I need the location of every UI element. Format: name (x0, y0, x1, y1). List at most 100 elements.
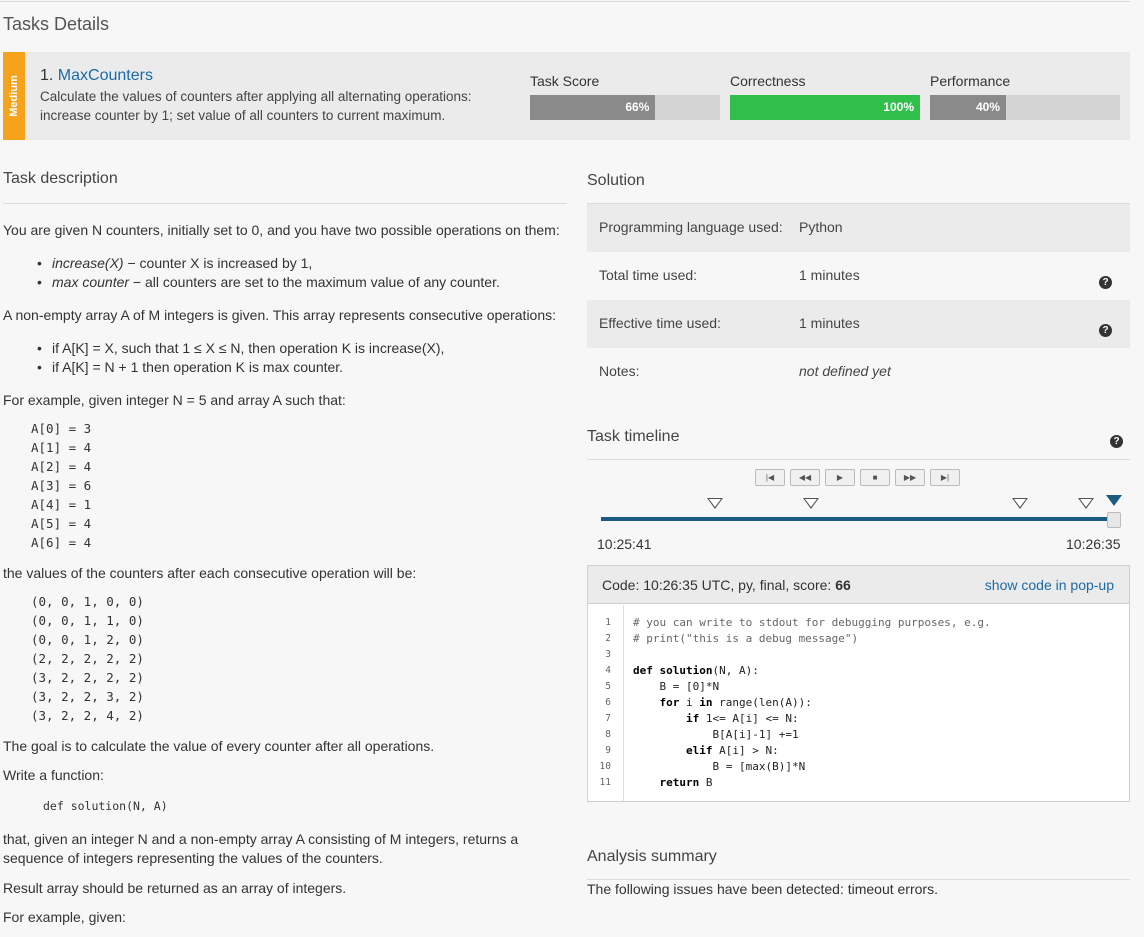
code-line: if 1<= A[i] <= N: (685, 712, 799, 725)
metric-correctness: Correctness 100% (730, 73, 920, 120)
top-divider (0, 1, 1130, 2)
task-description-heading: Task description (3, 170, 118, 187)
description-paragraph: Write a function: (3, 767, 104, 783)
code-score: 66 (835, 577, 851, 593)
timeline-heading: Task timeline (587, 428, 680, 445)
timeline-marker[interactable] (1078, 498, 1094, 509)
timeline-last-button[interactable]: ▶| (930, 469, 960, 486)
score-value: 66% (625, 100, 650, 114)
op-name: max counter (52, 274, 130, 290)
metric-label: Performance (930, 73, 1011, 89)
row-value: 1 minutes (799, 315, 860, 331)
timeline-stop-button[interactable]: ■ (860, 469, 890, 486)
performance-bar-fill: 40% (930, 95, 1006, 120)
table-row: Notes: not defined yet (587, 348, 1130, 396)
description-paragraph: the values of the counters after each co… (3, 565, 417, 581)
row-value: Python (799, 219, 843, 235)
timeline-marker[interactable] (803, 498, 819, 509)
line-number: 9 (605, 745, 611, 756)
timeline-play-button[interactable]: ▶ (825, 469, 855, 486)
list-item: if A[K] = N + 1 then operation K is max … (37, 358, 444, 377)
list-item: max counter − all counters are set to th… (37, 273, 500, 292)
op-text: − all counters are set to the maximum va… (129, 274, 500, 290)
list-item: increase(X) − counter X is increased by … (37, 254, 500, 273)
metric-performance: Performance 40% (930, 73, 1120, 120)
line-number: 2 (605, 633, 611, 644)
line-number: 7 (605, 713, 611, 724)
code-line: elif A[i] > N: (685, 744, 779, 757)
example-array: A[0] = 3 A[1] = 4 A[2] = 4 A[3] = 6 A[4]… (31, 421, 92, 550)
show-code-popup-link[interactable]: show code in pop-up (985, 577, 1114, 593)
line-number: 11 (599, 777, 611, 788)
analysis-text: The following issues have been detected:… (587, 881, 938, 897)
line-number: 3 (605, 649, 611, 660)
timeline-marker[interactable] (707, 498, 723, 509)
analysis-heading: Analysis summary (587, 848, 717, 865)
divider (587, 459, 1130, 460)
line-number: 1 (605, 617, 611, 628)
task-name-link[interactable]: MaxCounters (58, 67, 153, 84)
timeline-slider-handle[interactable] (1107, 512, 1121, 528)
help-icon[interactable]: ? (1099, 324, 1112, 337)
line-number: 4 (605, 665, 611, 676)
divider (587, 879, 1130, 880)
description-paragraph: The goal is to calculate the value of ev… (3, 738, 435, 754)
code-line: def solution(N, A): (633, 664, 759, 677)
page-title: Tasks Details (3, 14, 110, 34)
metric-label: Task Score (530, 73, 600, 89)
code-line: # print("this is a debug message") (633, 632, 859, 645)
timeline-first-button[interactable]: |◀ (755, 469, 785, 486)
table-row: Programming language used: Python (587, 204, 1130, 252)
code-line: B[A[i]-1] +=1 (633, 728, 799, 741)
code-line: B = [0]*N (633, 680, 720, 693)
code-label: Code: 10:26:35 UTC, py, final, score: 66 (602, 577, 851, 593)
divider (3, 203, 567, 204)
correctness-value: 100% (883, 100, 914, 114)
performance-value: 40% (975, 100, 1000, 114)
row-value: not defined yet (799, 363, 891, 379)
correctness-bar: 100% (730, 95, 920, 120)
code-label-text: Code: 10:26:35 UTC, py, final, score: (602, 577, 832, 593)
op-name: increase(X) (52, 255, 124, 271)
solution-info-table: Programming language used: Python Total … (587, 204, 1130, 396)
rules-list: if A[K] = X, such that 1 ≤ X ≤ N, then o… (37, 339, 444, 377)
line-number: 6 (605, 697, 611, 708)
help-icon[interactable]: ? (1099, 276, 1112, 289)
operations-list: increase(X) − counter X is increased by … (37, 254, 500, 292)
correctness-bar-fill: 100% (730, 95, 920, 120)
description-paragraph: Result array should be returned as an ar… (3, 880, 347, 896)
row-key: Total time used: (599, 267, 698, 283)
description-paragraph: For example, given: (3, 909, 126, 925)
line-number: 5 (605, 681, 611, 692)
row-value: 1 minutes (799, 267, 860, 283)
timeline-rewind-button[interactable]: ◀◀ (790, 469, 820, 486)
difficulty-label: Medium (8, 75, 20, 117)
function-signature: def solution(N, A) (43, 799, 168, 813)
timeline-track[interactable] (601, 517, 1113, 521)
performance-bar: 40% (930, 95, 1120, 120)
task-header: Medium 1. MaxCounters Calculate the valu… (3, 52, 1130, 140)
line-number: 8 (605, 729, 611, 740)
timeline-forward-button[interactable]: ▶▶ (895, 469, 925, 486)
code-line: return B (659, 776, 713, 789)
list-item: if A[K] = X, such that 1 ≤ X ≤ N, then o… (37, 339, 444, 358)
description-paragraph: A non-empty array A of M integers is giv… (3, 307, 557, 323)
code-line: # you can write to stdout for debugging … (633, 616, 991, 629)
description-paragraph: that, given an integer N and a non-empty… (3, 831, 519, 866)
row-key: Notes: (599, 363, 640, 379)
difficulty-badge: Medium (3, 52, 25, 140)
task-number: 1. (40, 67, 54, 84)
code-header: Code: 10:26:35 UTC, py, final, score: 66… (588, 566, 1129, 604)
line-number: 10 (599, 761, 611, 772)
line-number-gutter: 1 2 3 4 5 6 7 8 9 10 11 (588, 605, 624, 801)
metric-label: Correctness (730, 73, 806, 89)
timeline-end-time: 10:26:35 (1066, 536, 1121, 552)
description-paragraph: For example, given integer N = 5 and arr… (3, 392, 346, 408)
score-bar: 66% (530, 95, 720, 120)
timeline-marker-active[interactable] (1106, 495, 1122, 506)
code-line: B = [max(B)]*N (633, 760, 806, 773)
timeline-marker[interactable] (1012, 498, 1028, 509)
help-icon[interactable]: ? (1110, 435, 1123, 448)
row-key: Effective time used: (599, 315, 721, 331)
solution-heading: Solution (587, 172, 645, 189)
